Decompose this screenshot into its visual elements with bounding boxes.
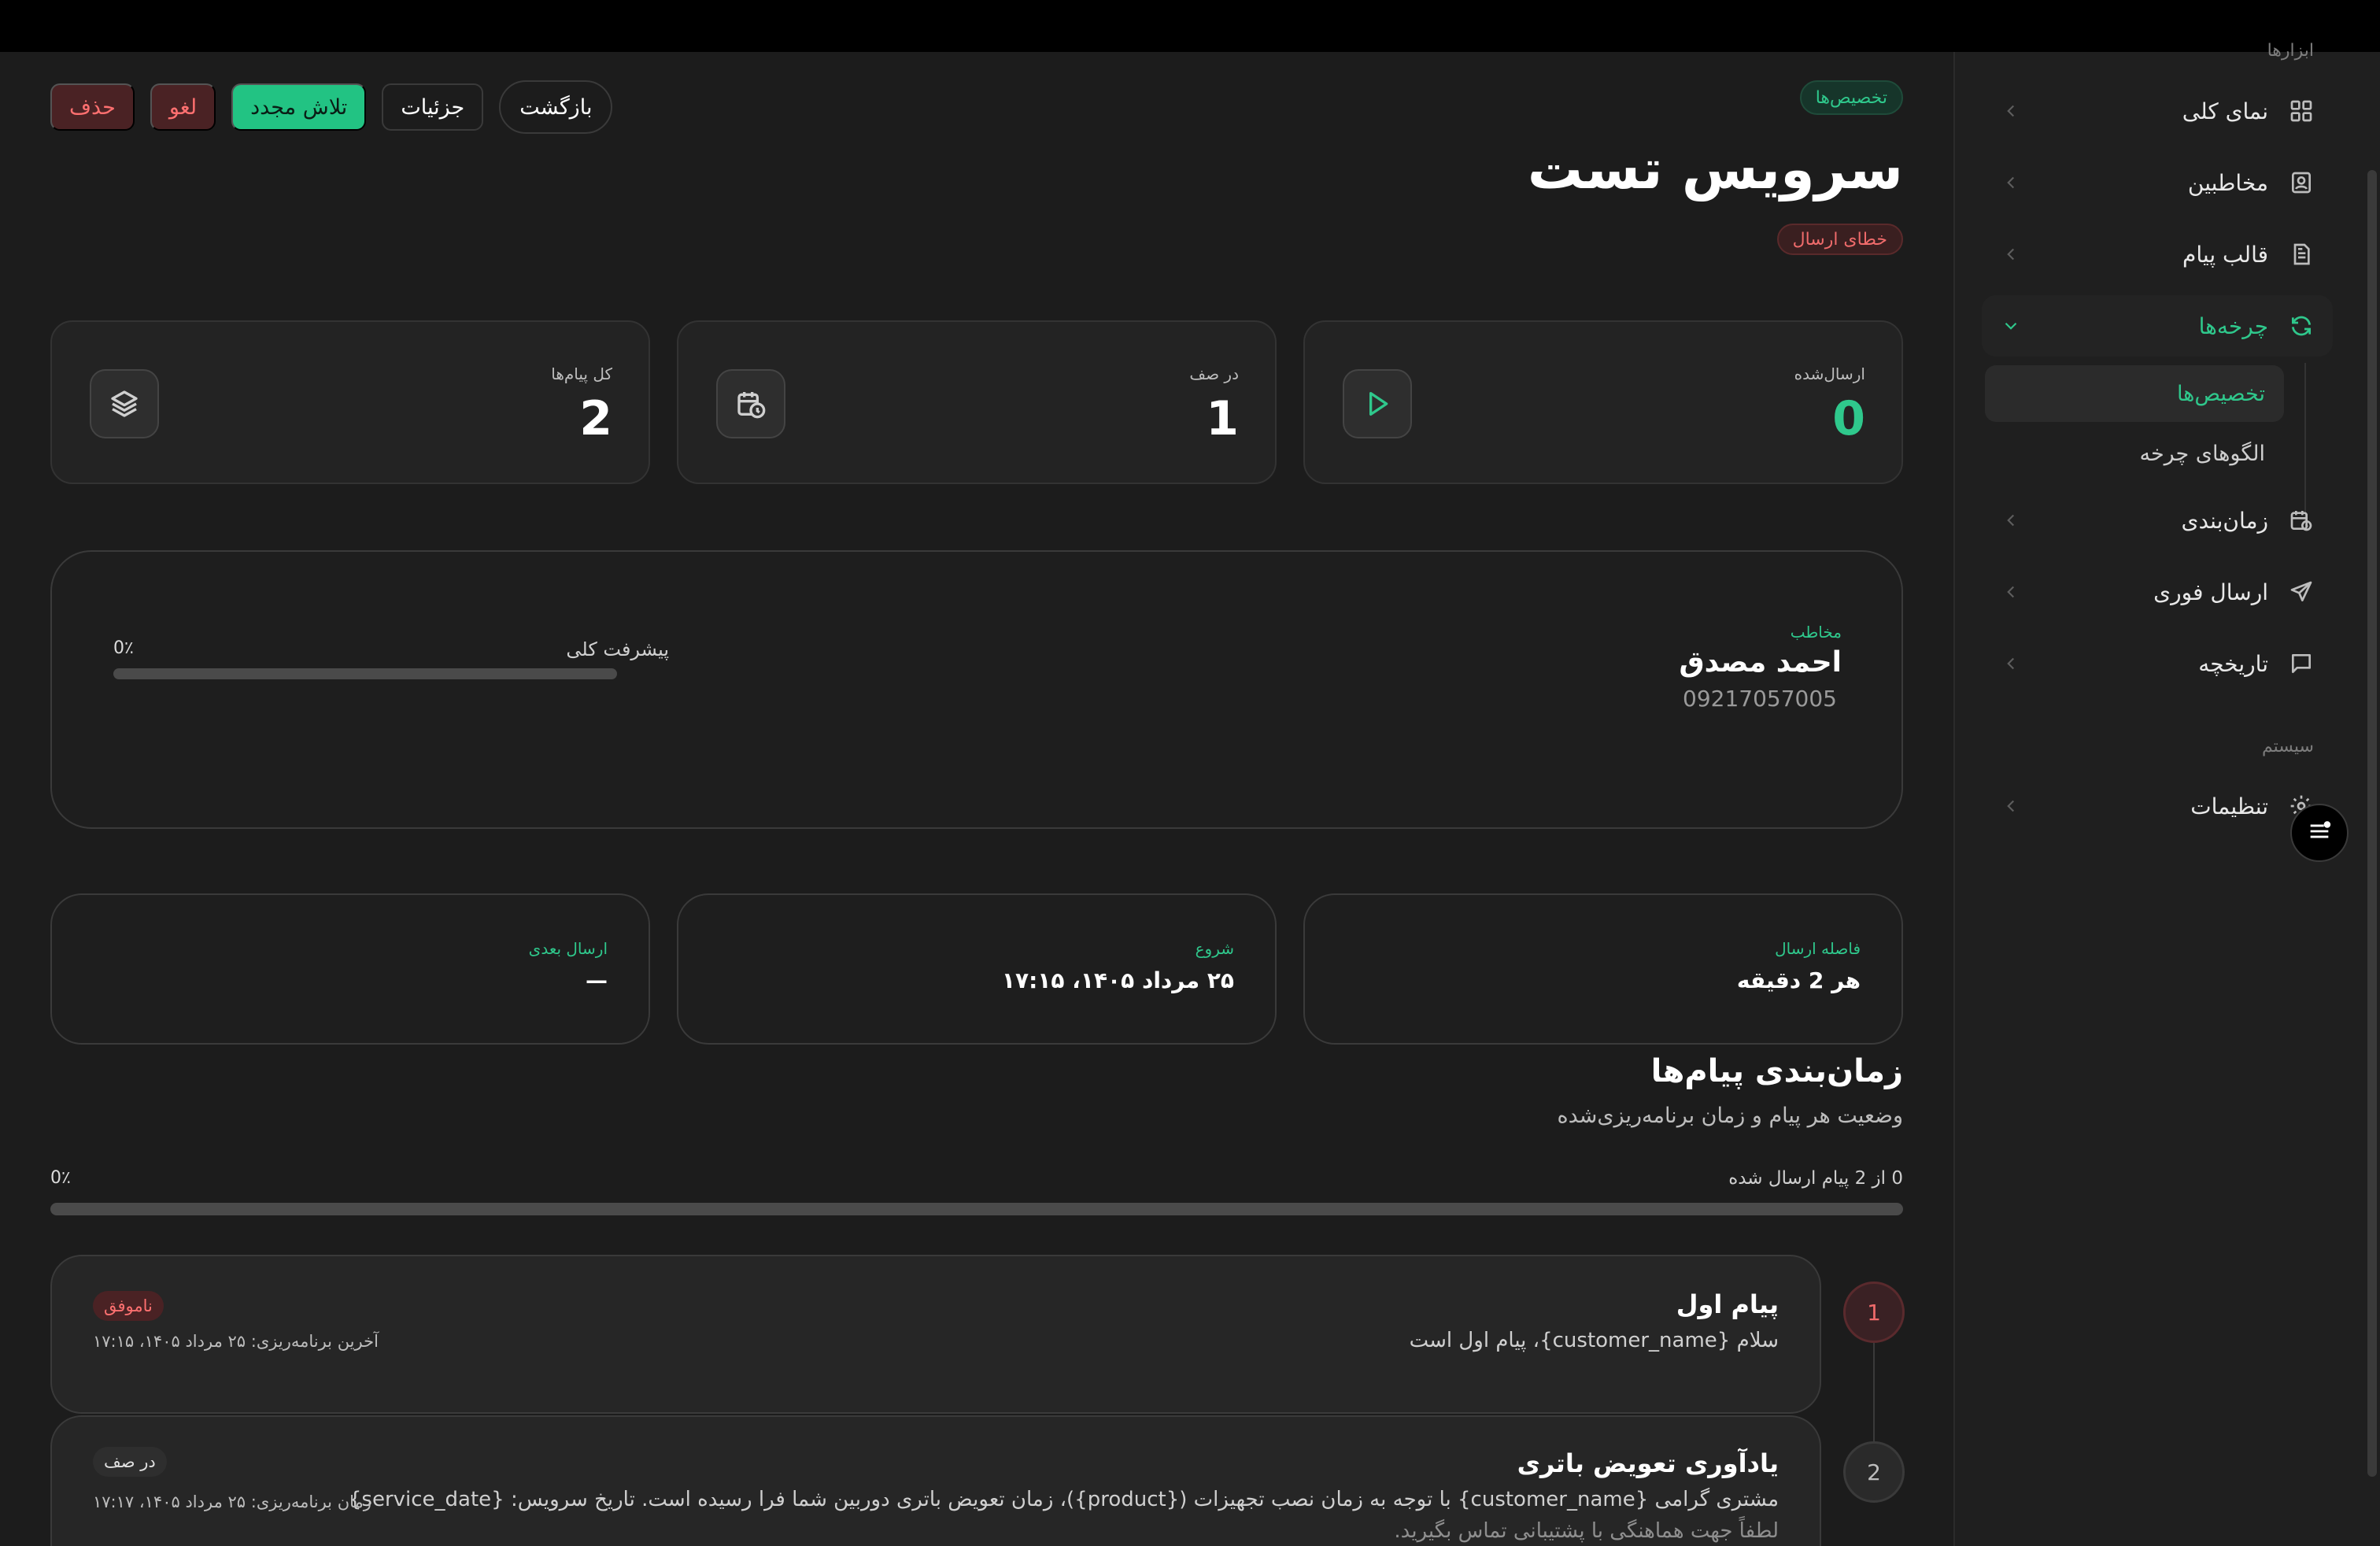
sidebar-item-templates[interactable]: قالب پیام (1982, 224, 2333, 285)
info-label: شروع (1195, 939, 1234, 958)
sidebar-subitem-assignments[interactable]: تخصیص‌ها (1985, 365, 2284, 422)
stat-value: 0 (1832, 391, 1865, 446)
sidebar-item-label: نمای کلی (2182, 98, 2268, 124)
chevron-left-icon (2001, 244, 2021, 264)
schedule-icon (2289, 508, 2314, 533)
info-card-start: شروع ۲۵ مرداد ۱۴۰۵، ۱۷:۱۵ (677, 893, 1277, 1045)
message-title: یادآوری تعویض باتری (1517, 1448, 1779, 1478)
sidebar-item-label: زمان‌بندی (2181, 507, 2268, 534)
progress-label: پیشرفت کلی (566, 638, 669, 660)
layers-icon (90, 369, 159, 438)
timeline-step: 1 (1843, 1282, 1905, 1343)
cancel-button[interactable]: لغو (150, 83, 216, 131)
chevron-left-icon (2001, 653, 2021, 674)
stat-label: کل پیام‌ها (551, 364, 612, 383)
menu-icon (2306, 818, 2333, 848)
overall-percent: 0٪ (50, 1168, 71, 1188)
sidebar-item-instant-send[interactable]: ارسال فوری (1982, 561, 2333, 623)
sidebar-subitem-cycle-patterns[interactable]: الگوهای چرخه (1985, 425, 2284, 482)
sidebar-item-settings[interactable]: تنظیمات (1982, 775, 2333, 837)
stat-label: در صف (1189, 364, 1239, 383)
menu-fab-button[interactable] (2290, 804, 2349, 862)
contacts-icon (2289, 170, 2314, 195)
chevron-left-icon (2001, 101, 2021, 121)
sidebar-item-history[interactable]: تاریخچه (1982, 633, 2333, 694)
header-actions: حذف لغو تلاش مجدد جزئیات بازگشت (50, 80, 613, 134)
contact-label: مخاطب (1790, 623, 1842, 642)
message-body: مشتری گرامی {customer_name} با توجه به ز… (348, 1488, 1779, 1511)
send-icon (2289, 579, 2314, 605)
stat-card-total: کل پیام‌ها 2 (50, 320, 650, 484)
sidebar-scrollbar[interactable] (2367, 170, 2377, 1477)
retry-button[interactable]: تلاش مجدد (231, 83, 367, 131)
timeline-step: 2 (1843, 1441, 1905, 1503)
breadcrumb[interactable]: تخصیص‌ها (1799, 80, 1903, 115)
progress-percent: 0٪ (113, 638, 134, 658)
message-body-continued: لطفاً جهت هماهنگی با پشتیبانی تماس بگیری… (1394, 1519, 1779, 1543)
stat-card-sent: ارسال‌شده 0 (1303, 320, 1903, 484)
dashboard-icon (2289, 98, 2314, 124)
status-badge: خطای ارسال (1776, 224, 1903, 255)
chevron-left-icon (2001, 172, 2021, 193)
message-title: پیام اول (1676, 1289, 1779, 1319)
stat-value: 1 (1206, 391, 1239, 446)
info-card-next-send: ارسال بعدی — (50, 893, 650, 1045)
sidebar-item-label: چرخه‌ها (2198, 313, 2268, 339)
play-icon (1343, 369, 1412, 438)
sidebar-item-cycles[interactable]: چرخه‌ها (1982, 295, 2333, 357)
info-value: هر 2 دقیقه (1736, 967, 1861, 993)
info-value: — (586, 967, 608, 993)
history-icon (2289, 651, 2314, 676)
stat-value: 2 (579, 391, 612, 446)
calendar-clock-icon (716, 369, 785, 438)
timeline-line (1873, 1333, 1875, 1452)
cycle-icon (2289, 313, 2314, 338)
main-content: تخصیص‌ها سرویس تست خطای ارسال حذف لغو تل… (0, 52, 1952, 1546)
message-schedule-time: آخرین برنامه‌ریزی: ۲۵ مرداد ۱۴۰۵، ۱۷:۱۵ (93, 1332, 379, 1351)
sent-count: 0 از 2 پیام ارسال شده (1728, 1168, 1903, 1189)
message-status-badge: در صف (93, 1447, 167, 1477)
sidebar-section-system: سیستم (2262, 737, 2314, 756)
chevron-left-icon (2001, 582, 2021, 602)
delete-button[interactable]: حذف (50, 83, 135, 131)
sidebar-item-contacts[interactable]: مخاطبین (1982, 152, 2333, 213)
page-title: سرویس تست (1527, 137, 1903, 202)
progress-bar (113, 668, 617, 679)
schedule-subtitle: وضعیت هر پیام و زمان برنامه‌ریزی‌شده (1557, 1104, 1903, 1128)
contact-name: احمد مصدق (1679, 646, 1842, 679)
sidebar-item-label: تاریخچه (2198, 650, 2268, 677)
message-body: سلام {customer_name}، پیام اول است (1409, 1329, 1779, 1352)
sidebar-item-label: تنظیمات (2190, 793, 2268, 819)
message-schedule-time: زمان برنامه‌ریزی: ۲۵ مرداد ۱۴۰۵، ۱۷:۱۷ (93, 1492, 371, 1511)
message-status-badge: ناموفق (93, 1291, 164, 1321)
message-card[interactable]: پیام اول سلام {customer_name}، پیام اول … (50, 1255, 1821, 1414)
sidebar-item-label: مخاطبین (2187, 169, 2268, 196)
contact-card: مخاطب احمد مصدق 09217057005 پیشرفت کلی 0… (50, 550, 1903, 829)
chevron-down-icon (2001, 316, 2021, 336)
details-button[interactable]: جزئیات (382, 83, 484, 131)
message-card[interactable]: یادآوری تعویض باتری مشتری گرامی {custome… (50, 1415, 1821, 1546)
schedule-title: زمان‌بندی پیام‌ها (1650, 1053, 1903, 1089)
sidebar: ابزارها نمای کلی مخاطبین قالب پیام چرخه‌… (1953, 41, 2380, 1546)
info-label: فاصله ارسال (1775, 939, 1861, 958)
stat-card-queued: در صف 1 (677, 320, 1277, 484)
window-top-bar (0, 0, 2380, 52)
sidebar-item-scheduling[interactable]: زمان‌بندی (1982, 490, 2333, 551)
chevron-left-icon (2001, 796, 2021, 816)
template-icon (2289, 242, 2314, 267)
sidebar-item-label: ارسال فوری (2153, 579, 2268, 605)
sidebar-section-tools: ابزارها (2267, 41, 2314, 61)
overall-progress-bar (50, 1203, 1903, 1215)
chevron-left-icon (2001, 510, 2021, 531)
info-label: ارسال بعدی (528, 939, 608, 958)
contact-phone: 09217057005 (1683, 686, 1837, 712)
stat-label: ارسال‌شده (1794, 364, 1865, 383)
back-button[interactable]: بازگشت (499, 80, 613, 134)
info-value: ۲۵ مرداد ۱۴۰۵، ۱۷:۱۵ (1001, 967, 1234, 993)
info-card-interval: فاصله ارسال هر 2 دقیقه (1303, 893, 1903, 1045)
sidebar-item-overview[interactable]: نمای کلی (1982, 80, 2333, 142)
sidebar-item-label: قالب پیام (2182, 241, 2268, 268)
